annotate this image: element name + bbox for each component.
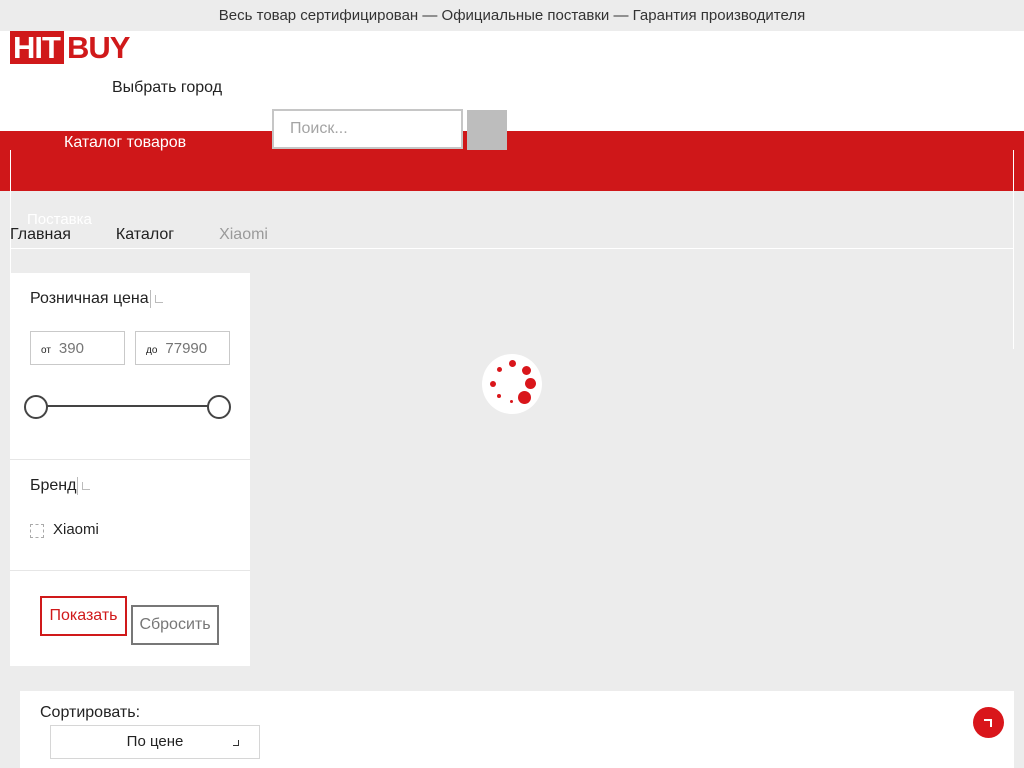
logo-hit: HIT (10, 31, 64, 64)
spinner-dot (525, 378, 536, 389)
arrow-up-icon (984, 719, 992, 727)
sort-select[interactable]: По цене (50, 725, 260, 759)
search-button[interactable] (467, 110, 507, 150)
spinner-dot (522, 366, 531, 375)
brand-filter-title[interactable]: Бренд (30, 477, 91, 495)
price-slider-min-handle[interactable] (24, 395, 48, 419)
breadcrumb: Главная Каталог Xiaomi (10, 226, 268, 244)
chevron-down-icon (154, 295, 163, 303)
catalog-menu-button[interactable]: Каталог товаров (64, 134, 186, 152)
price-from-label: от (41, 344, 51, 356)
breadcrumb-home[interactable]: Главная (10, 226, 71, 244)
search-input[interactable] (272, 109, 463, 149)
overlay-divider (11, 248, 1013, 249)
filter-panel: Розничная цена от до Бренд Xiaomi Показа… (10, 273, 250, 666)
price-to-label: до (146, 344, 158, 356)
show-results-button[interactable]: Показать (40, 596, 127, 636)
price-from-field: от (30, 331, 125, 365)
price-max-input[interactable] (165, 339, 214, 357)
filter-divider (10, 570, 250, 571)
reset-filter-button[interactable]: Сбросить (131, 605, 219, 645)
sort-bar: Сортировать: По цене (20, 691, 1014, 768)
price-filter-title[interactable]: Розничная цена (30, 290, 163, 308)
site-header: HIT BUY Выбрать город (0, 31, 1024, 131)
filter-divider (10, 459, 250, 460)
breadcrumb-catalog[interactable]: Каталог (116, 226, 174, 244)
brand-filter-label: Бренд (30, 477, 77, 495)
breadcrumb-current: Xiaomi (219, 226, 268, 243)
spinner-dot (497, 394, 501, 398)
spinner-dot (518, 391, 531, 404)
logo-buy: BUY (66, 30, 130, 65)
top-info-text: Весь товар сертифицирован — Официальные … (218, 7, 806, 24)
scroll-to-top-button[interactable] (973, 707, 1004, 738)
chevron-down-icon (233, 740, 239, 746)
sort-label: Сортировать: (40, 704, 141, 721)
spinner-dot (509, 360, 516, 367)
brand-label-xiaomi[interactable]: Xiaomi (53, 521, 99, 538)
choose-city-link[interactable]: Выбрать город (112, 79, 222, 97)
price-slider-track[interactable] (36, 405, 220, 407)
spinner-dot (490, 381, 496, 387)
spinner-dot (497, 367, 502, 372)
price-min-input[interactable] (58, 339, 107, 357)
price-filter-label: Розничная цена (30, 290, 149, 308)
brand-filter-divider (77, 477, 79, 495)
chevron-down-icon (82, 482, 91, 490)
site-logo[interactable]: HIT BUY (10, 30, 130, 65)
brand-checkbox-xiaomi[interactable] (30, 524, 44, 538)
price-slider-max-handle[interactable] (207, 395, 231, 419)
top-info-bar: Весь товар сертифицирован — Официальные … (0, 0, 1024, 31)
price-to-field: до (135, 331, 230, 365)
sort-selected-value: По цене (126, 733, 184, 750)
loading-spinner-icon (482, 354, 542, 414)
spinner-dot (510, 400, 513, 403)
price-filter-divider (149, 290, 151, 308)
